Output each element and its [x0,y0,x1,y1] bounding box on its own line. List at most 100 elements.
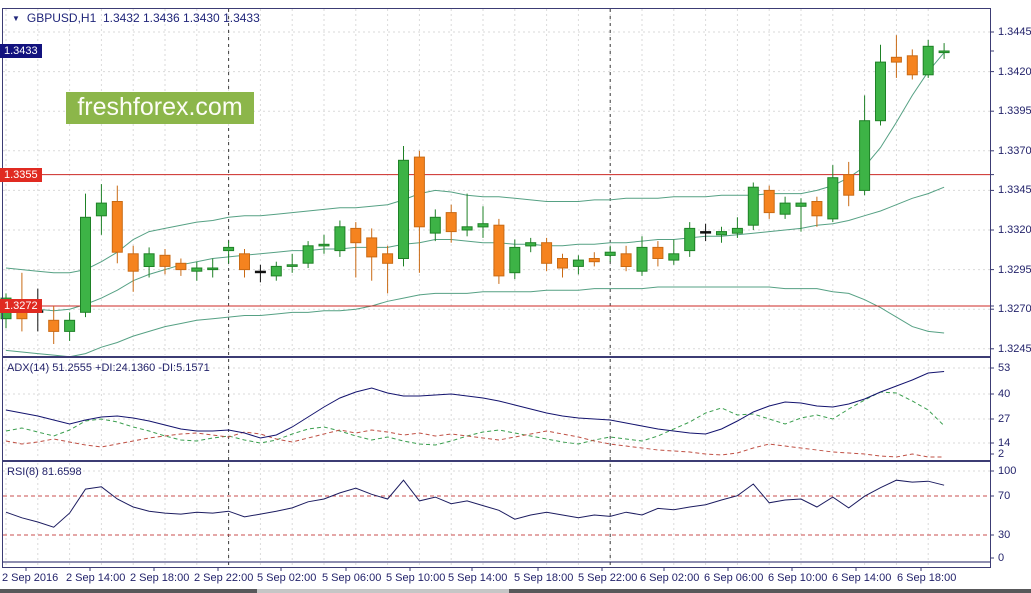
price-axis-label: 1.3395 [998,105,1031,118]
price-level-badge: 1.3355 [0,167,42,182]
candle [588,258,600,263]
adx-panel-lines [5,371,945,458]
candle [223,246,235,252]
candle [64,319,76,332]
band-upper [5,52,945,274]
candle [382,253,394,264]
adx-indicator-label: ADX(14) 51.2555 +DI:24.1360 -DI:5.1571 [7,362,210,374]
candle [604,251,616,256]
time-axis-label: 2 Sep 14:00 [66,572,126,584]
candle [302,245,314,264]
time-axis-label: 6 Sep 06:00 [704,572,764,584]
adx-line [5,371,945,439]
candle [334,226,346,252]
time-axis-label: 5 Sep 02:00 [257,572,317,584]
candle [811,201,823,217]
adx-axis-label: 27 [998,413,1011,425]
time-axis-label: 5 Sep 10:00 [386,572,446,584]
symbol-dropdown-icon[interactable]: ▼ [12,14,20,23]
price-axis-label: 1.3420 [998,65,1031,78]
candle [286,264,298,267]
rsi-panel-lines [3,479,990,563]
time-axis-label: 5 Sep 18:00 [514,572,574,584]
price-axis-label: 1.3295 [998,263,1031,276]
candle [668,253,680,261]
candle [779,202,791,215]
candle [509,246,521,274]
candle [80,216,91,313]
candle [620,253,632,268]
candle [938,50,950,54]
candle [159,254,171,267]
rsi-line [5,479,945,528]
candle [684,227,696,252]
adx-axis-label: 2 [998,448,1005,460]
candle [557,258,568,269]
band-lower [5,286,945,358]
candle [175,262,187,271]
candle [700,231,712,234]
adx-axis-label: 53 [998,362,1011,374]
symbol-title: GBPUSD,H1 [26,11,97,25]
time-axis-label: 6 Sep 14:00 [832,572,892,584]
candle [922,45,934,76]
candle [493,224,505,277]
candle [477,223,489,228]
candle [413,156,425,228]
mt4-chart-window: ▼ GBPUSD,H1 1.3432 1.3436 1.3430 1.3433 f… [0,0,1031,593]
candle [795,202,807,207]
price-axis-label: 1.3370 [998,144,1031,157]
candle [429,216,441,234]
rsi-axis-label: 70 [998,490,1011,502]
candle [398,159,409,259]
rsi-indicator-label: RSI(8) 81.6598 [7,466,82,478]
candle [843,174,855,196]
price-axis-label: 1.3345 [998,184,1031,197]
time-axis-label: 5 Sep 14:00 [448,572,508,584]
adx-axis-label: 40 [998,388,1011,400]
candle [747,186,759,226]
watermark-text: freshforex.com [77,93,243,121]
time-axis-label: 5 Sep 22:00 [578,572,638,584]
candle [572,259,584,267]
window-bottom-frame [0,589,1031,593]
candle [350,227,362,244]
time-axis-label: 2 Sep 2016 [2,572,59,584]
candle [541,242,553,264]
horizontal-scrollbar-thumb[interactable] [257,589,509,593]
symbol-header: ▼ GBPUSD,H1 1.3432 1.3436 1.3430 1.3433 [12,11,260,25]
candle [270,265,282,277]
candle [716,231,727,236]
candle [731,227,743,234]
time-axis-label: 2 Sep 22:00 [194,572,254,584]
price-axis-label: 1.3270 [998,303,1031,316]
candlesticks [0,35,950,344]
candle [127,253,139,272]
candle [207,267,219,271]
time-axis-label: 5 Sep 06:00 [322,572,382,584]
candle [859,120,871,191]
candle [239,253,250,271]
candle [763,189,775,214]
rsi-axis-label: 100 [998,465,1017,477]
time-axis-label: 6 Sep 10:00 [768,572,828,584]
candle [525,242,537,247]
time-axis-label: 6 Sep 02:00 [640,572,700,584]
candle [827,177,839,220]
candle [143,253,155,268]
candle [875,61,886,122]
price-level-badge: 1.3272 [0,299,42,314]
candle [652,246,664,259]
freshforex-watermark: freshforex.com [66,92,254,124]
candle [318,243,330,247]
price-axis-label: 1.3320 [998,224,1031,236]
chart-canvas[interactable] [0,0,1031,593]
candle [445,212,457,233]
candle [95,202,107,217]
price-axis-label: 1.3245 [998,342,1031,355]
rsi-axis-label: 30 [998,529,1011,541]
time-axis-label: 2 Sep 18:00 [130,572,190,584]
rsi-axis-label: 0 [998,552,1005,564]
price-axis-label: 1.3445 [998,26,1031,38]
time-axis-label: 6 Sep 18:00 [897,572,957,584]
